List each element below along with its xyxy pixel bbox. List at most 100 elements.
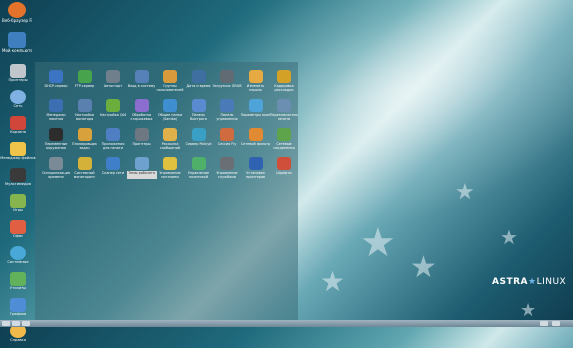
applet-icon xyxy=(191,128,206,141)
applet-label: Панель быстрого xyxy=(190,113,207,121)
control-panel-item[interactable]: Сетевые соединения xyxy=(269,128,299,150)
control-panel-item[interactable]: Параметры окон xyxy=(241,99,271,121)
brush-icon xyxy=(10,298,26,312)
taskbar-button[interactable] xyxy=(22,321,30,326)
control-panel-item[interactable]: Управление политикой xyxy=(184,157,214,179)
applet-label: Рассылка сообщений xyxy=(159,142,180,150)
launcher-item-trash[interactable]: Корзина xyxy=(0,116,36,140)
applet-icon xyxy=(277,128,291,141)
control-panel-item[interactable]: Принтеры xyxy=(127,128,157,150)
launcher-label: Корзина xyxy=(10,130,26,134)
control-panel-item[interactable]: Автостарт xyxy=(98,70,128,92)
gamepad-icon xyxy=(10,194,26,208)
applet-icon xyxy=(106,128,120,141)
applet-label: Сканер сети xyxy=(101,171,125,175)
launcher-label: Справка xyxy=(10,338,26,342)
launcher-item-office[interactable]: Офис xyxy=(0,220,36,244)
logo-main: ASTRA xyxy=(492,277,528,287)
launcher-item-games[interactable]: Игры xyxy=(0,194,36,218)
control-panel-item[interactable]: Настройка Qt4 xyxy=(98,99,128,121)
printer-icon xyxy=(10,64,26,78)
start-button[interactable] xyxy=(2,321,10,326)
launcher-item-help[interactable]: Справка xyxy=(0,324,36,348)
applet-icon xyxy=(106,157,120,170)
applet-label: Переключатель печати xyxy=(269,113,299,121)
applet-icon xyxy=(248,157,263,170)
folder-icon xyxy=(10,142,26,156)
control-panel-item[interactable]: Сетевой фильтр xyxy=(241,128,271,150)
taskbar xyxy=(0,320,573,327)
control-panel-item[interactable]: Управление питанием xyxy=(155,157,185,179)
applet-label: Синхронизация времени xyxy=(42,171,70,179)
applet-label: Автостарт xyxy=(103,84,123,88)
control-panel-item[interactable]: Вход в систему xyxy=(127,70,157,92)
desktop-icon-computer[interactable]: Мой компьютер xyxy=(2,32,32,53)
applet-label: Управление питанием xyxy=(159,171,181,179)
launcher-label: Утилиты xyxy=(9,286,27,290)
launcher-label: Игры xyxy=(13,208,23,212)
launcher-item-files[interactable]: Менеджер файлов xyxy=(0,142,36,166)
tray-icon[interactable] xyxy=(540,321,548,326)
applet-icon xyxy=(277,70,291,83)
launcher-item-network[interactable]: Сеть xyxy=(0,90,36,114)
control-panel-item[interactable]: Панель управления xyxy=(212,99,242,121)
clock[interactable] xyxy=(552,321,560,326)
applet-label: Сетевые соединения xyxy=(273,142,295,150)
launcher-item-system[interactable]: Системные xyxy=(0,246,36,270)
launcher-label: Мультимедиа xyxy=(4,182,32,186)
applet-icon xyxy=(49,99,63,112)
control-panel-item[interactable]: FTP-сервер xyxy=(70,70,100,92)
control-panel-item[interactable]: Переключатель печати xyxy=(269,99,299,121)
desktop-icon-firefox[interactable]: Веб-браузер Firefox xyxy=(2,2,32,23)
control-panel-item[interactable]: Сканер сети xyxy=(98,157,128,179)
firefox-icon xyxy=(8,2,26,18)
applet-icon xyxy=(191,99,206,112)
control-panel-item[interactable]: Сервер Policyd xyxy=(184,128,214,150)
control-panel-item[interactable]: Дата и время xyxy=(184,70,214,92)
taskbar-button[interactable] xyxy=(12,321,20,326)
launcher-item-multimedia[interactable]: Мультимедиа xyxy=(0,168,36,192)
desktop-icon-label: Мой компьютер xyxy=(2,48,32,53)
launcher-label: Принтеры xyxy=(8,78,28,82)
control-panel-item[interactable]: Темы рабочего xyxy=(126,157,157,179)
launcher-item-printers[interactable]: Принтеры xyxy=(0,64,36,88)
applet-label: Менеджер пакетов xyxy=(46,113,66,121)
control-panel-item[interactable]: Приложения для печати xyxy=(98,128,128,150)
control-panel-item[interactable]: Общие папки (Samba) xyxy=(155,99,185,121)
star-icon: ★ xyxy=(527,277,537,287)
applet-label: Сессия Fly xyxy=(217,142,237,146)
control-panel-item[interactable]: Кодировка раскладки xyxy=(269,70,299,92)
control-panel-item[interactable]: Загрузчик GRUB xyxy=(212,70,242,92)
launcher-item-graphics[interactable]: Графика xyxy=(0,298,36,322)
wallpaper-star: ★ xyxy=(410,250,437,285)
control-panel-item[interactable]: DHCP-сервер xyxy=(41,70,71,92)
control-panel-item[interactable]: Переменные окружения xyxy=(41,128,71,150)
control-panel-item[interactable]: Панель быстрого xyxy=(184,99,214,121)
pen-icon xyxy=(10,220,26,234)
applet-icon xyxy=(49,70,63,83)
applet-icon xyxy=(106,70,120,83)
launcher-item-utilities[interactable]: Утилиты xyxy=(0,272,36,296)
control-panel-item[interactable]: Группы пользователей xyxy=(155,70,185,92)
control-panel-item[interactable]: Управление службами xyxy=(212,157,242,179)
control-panel-item[interactable]: Установка принтеров xyxy=(241,157,271,179)
control-panel-item[interactable]: Изменить пароль xyxy=(241,70,271,92)
launcher-column: Принтеры Сеть Корзина Менеджер файлов Му… xyxy=(0,62,36,348)
applet-label: Параметры окон xyxy=(240,113,271,117)
control-panel-item[interactable]: Обработка сторожевых xyxy=(127,99,157,121)
control-panel-item[interactable]: Шрифты xyxy=(269,157,299,179)
control-panel-item[interactable]: Системный мониторинг xyxy=(70,157,100,179)
applet-icon xyxy=(163,157,177,170)
applet-label: Принтеры xyxy=(132,142,151,146)
control-panel-item[interactable]: Рассылка сообщений xyxy=(155,128,185,150)
control-panel-item[interactable]: Менеджер пакетов xyxy=(41,99,71,121)
control-panel-item[interactable]: Настройка монитора xyxy=(70,99,100,121)
applet-label: Планировщик задач xyxy=(72,142,97,150)
logo-sub: LINUX xyxy=(536,277,567,287)
applet-label: FTP-сервер xyxy=(74,84,95,88)
applet-label: Дата и время xyxy=(186,84,211,88)
control-panel-item[interactable]: Планировщик задач xyxy=(70,128,100,150)
control-panel-item[interactable]: Сессия Fly xyxy=(212,128,242,150)
control-panel-item[interactable]: Синхронизация времени xyxy=(41,157,71,179)
trash-icon xyxy=(10,116,26,130)
